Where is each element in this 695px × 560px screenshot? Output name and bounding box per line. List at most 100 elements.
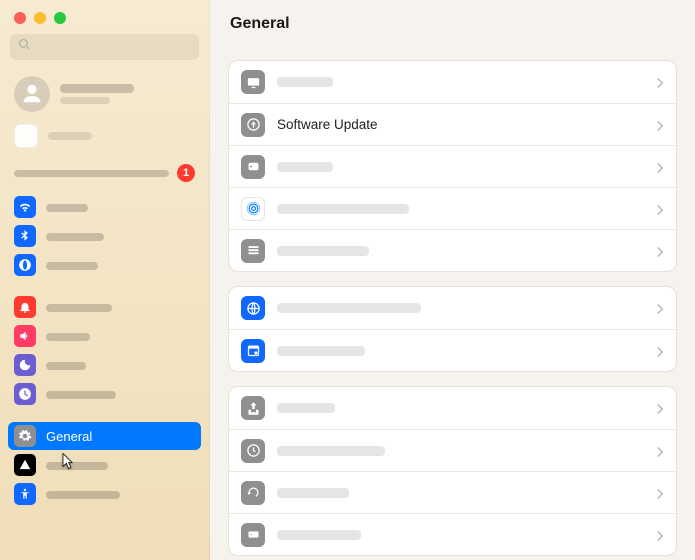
sidebar: 1 General (0, 0, 210, 560)
sidebar-item-label (46, 487, 120, 502)
settings-group-0: Software Update (228, 60, 677, 272)
sidebar-item-general[interactable]: General (8, 422, 201, 450)
chevron-right-icon (656, 402, 664, 414)
update-badge: 1 (177, 164, 195, 182)
sidebar-item-4[interactable] (8, 322, 201, 350)
family-label (48, 132, 92, 140)
language-region-icon (241, 296, 265, 320)
settings-row-label (277, 204, 644, 214)
account-name (60, 84, 134, 104)
sidebar-list: General (0, 190, 209, 560)
sidebar-item-0[interactable] (8, 193, 201, 221)
notifications-icon (14, 296, 36, 318)
login-items-icon (241, 239, 265, 263)
sidebar-item-2[interactable] (8, 251, 201, 279)
search-icon (18, 38, 31, 56)
settings-group-2 (228, 386, 677, 556)
network-icon (14, 254, 36, 276)
chevron-right-icon (656, 203, 664, 215)
chevron-right-icon (656, 161, 664, 173)
window-controls (0, 0, 209, 34)
screentime-icon (14, 383, 36, 405)
sharing-icon (241, 396, 265, 420)
sidebar-item-5[interactable] (8, 351, 201, 379)
sidebar-item-8[interactable] (8, 451, 201, 479)
software-update-icon (241, 113, 265, 137)
sidebar-item-1[interactable] (8, 222, 201, 250)
sidebar-item-label (46, 200, 88, 215)
settings-row-label (277, 162, 644, 172)
focus-icon (14, 354, 36, 376)
settings-row-label (277, 488, 644, 498)
sidebar-item-label: General (46, 429, 92, 444)
settings-row-login-items-icon[interactable] (229, 229, 676, 271)
settings-row-label (277, 346, 644, 356)
sidebar-item-label (46, 258, 98, 273)
settings-row-label (277, 77, 644, 87)
zoom-window-button[interactable] (54, 12, 66, 24)
settings-row-label (277, 446, 644, 456)
startup-disk-icon (241, 523, 265, 547)
chevron-right-icon (656, 529, 664, 541)
settings-row-label (277, 246, 644, 256)
search-field[interactable] (10, 34, 199, 60)
page-title: General (230, 15, 290, 33)
settings-row-language-region-icon[interactable] (229, 287, 676, 329)
chevron-right-icon (656, 487, 664, 499)
settings-row-label: Software Update (277, 117, 644, 132)
settings-row-airdrop-icon[interactable] (229, 187, 676, 229)
apple-id-row[interactable] (0, 70, 209, 120)
sidebar-item-label (46, 329, 90, 344)
settings-groups: Software Update (210, 48, 695, 560)
sidebar-item-6[interactable] (8, 380, 201, 408)
time-machine-icon (241, 439, 265, 463)
settings-row-software-update[interactable]: Software Update (229, 103, 676, 145)
family-icon (14, 124, 38, 148)
sidebar-item-label (46, 458, 108, 473)
wifi-icon (14, 196, 36, 218)
chevron-right-icon (656, 76, 664, 88)
avatar (14, 76, 50, 112)
settings-row-label (277, 403, 644, 413)
content-pane: General Software Update (210, 0, 695, 560)
sidebar-item-9[interactable] (8, 480, 201, 508)
date-time-icon (241, 339, 265, 363)
content-header: General (210, 0, 695, 48)
settings-window: 1 General General Software Update (0, 0, 695, 560)
appearance-icon (14, 454, 36, 476)
accessibility-icon (14, 483, 36, 505)
storage-icon (241, 155, 265, 179)
family-row[interactable] (0, 120, 209, 158)
chevron-right-icon (656, 345, 664, 357)
bluetooth-icon (14, 225, 36, 247)
sidebar-item-label (46, 229, 104, 244)
settings-row-date-time-icon[interactable] (229, 329, 676, 371)
settings-row-about-icon[interactable] (229, 61, 676, 103)
chevron-right-icon (656, 245, 664, 257)
settings-row-label (277, 303, 644, 313)
transfer-reset-icon (241, 481, 265, 505)
settings-row-time-machine-icon[interactable] (229, 429, 676, 471)
sound-icon (14, 325, 36, 347)
update-sidebar-label (14, 170, 169, 177)
chevron-right-icon (656, 302, 664, 314)
settings-row-startup-disk-icon[interactable] (229, 513, 676, 555)
settings-group-1 (228, 286, 677, 372)
settings-row-storage-icon[interactable] (229, 145, 676, 187)
close-window-button[interactable] (14, 12, 26, 24)
about-icon (241, 70, 265, 94)
airdrop-icon (241, 197, 265, 221)
sidebar-item-label (46, 300, 112, 315)
software-update-sidebar-row[interactable]: 1 (0, 158, 209, 190)
sidebar-item-label (46, 358, 86, 373)
gear-icon (14, 425, 36, 447)
settings-row-sharing-icon[interactable] (229, 387, 676, 429)
search-input[interactable] (37, 40, 191, 54)
sidebar-item-3[interactable] (8, 293, 201, 321)
chevron-right-icon (656, 445, 664, 457)
chevron-right-icon (656, 119, 664, 131)
sidebar-item-label (46, 387, 116, 402)
settings-row-transfer-reset-icon[interactable] (229, 471, 676, 513)
settings-row-label (277, 530, 644, 540)
minimize-window-button[interactable] (34, 12, 46, 24)
